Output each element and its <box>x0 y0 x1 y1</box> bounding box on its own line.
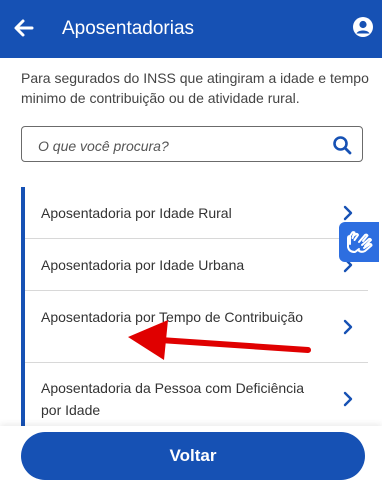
user-circle-icon <box>353 17 373 37</box>
chevron-right-icon <box>343 391 353 407</box>
list-item[interactable]: Aposentadoria por Idade Urbana <box>25 239 368 291</box>
chevron-right-icon <box>343 319 353 335</box>
list-item[interactable]: Aposentadoria por Idade Rural <box>25 187 368 239</box>
page-title: Aposentadorias <box>62 18 195 39</box>
search-input[interactable] <box>36 134 330 158</box>
list-item-label: Aposentadoria por Tempo de Contribuição <box>41 309 304 325</box>
list-item-label: Aposentadoria por Idade Urbana <box>41 257 245 273</box>
list-item[interactable]: Aposentadoria da Pessoa com Deficiência … <box>25 363 368 427</box>
sign-language-hands-icon <box>347 231 373 253</box>
search-icon <box>333 136 352 155</box>
search-button[interactable] <box>332 135 352 155</box>
list-item[interactable]: Aposentadoria por Tempo de Contribuição <box>25 291 368 363</box>
back-button[interactable] <box>10 14 38 42</box>
accessibility-button[interactable] <box>339 222 379 262</box>
retirement-options-list: Aposentadoria por Idade Rural Aposentado… <box>21 187 368 427</box>
list-item-label: Aposentadoria da Pessoa com Deficiência … <box>41 380 305 418</box>
app-header: Aposentadorias <box>0 0 382 58</box>
arrow-left-icon <box>14 19 34 37</box>
user-button[interactable] <box>352 16 374 38</box>
list-item-label: Aposentadoria por Idade Rural <box>41 205 232 221</box>
chevron-right-icon <box>343 205 353 221</box>
search-box <box>21 126 363 162</box>
page-description: Para segurados do INSS que atingiram a i… <box>21 70 369 106</box>
voltar-button[interactable]: Voltar <box>21 432 365 480</box>
